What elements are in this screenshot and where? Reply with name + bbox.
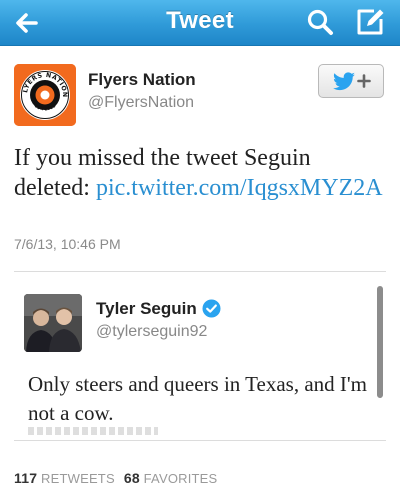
follow-button[interactable] [318,64,384,98]
search-icon[interactable] [305,7,335,37]
tweet-timestamp: 7/6/13, 10:46 PM [14,236,121,252]
tweet-stats: 117 RETWEETS 68 FAVORITES [14,470,217,486]
avatar[interactable]: FLYERS NATION EST. 2011 [14,64,76,126]
retweets-count[interactable]: 117 [14,470,37,486]
favorites-count[interactable]: 68 [124,470,140,486]
embedded-author-name[interactable]: Tyler Seguin [96,299,197,319]
compose-icon[interactable] [353,5,387,39]
embedded-timestamp-faded [28,427,158,435]
twitter-bird-plus-icon [333,72,371,91]
embedded-tweet-card[interactable]: Tyler Seguin @tylerseguin92 Only steers … [14,271,386,441]
nav-bar: Tweet [0,0,400,46]
author-handle[interactable]: @FlyersNation [88,94,194,112]
tweet-text: If you missed the tweet Seguin deleted: … [14,143,384,203]
embedded-tweet-text: Only steers and queers in Texas, and I'm… [28,372,368,425]
retweets-label[interactable]: RETWEETS [41,471,115,486]
author-name[interactable]: Flyers Nation [88,70,196,90]
tweet-link[interactable]: pic.twitter.com/IqgsxMYZ2A [96,175,383,201]
page-title: Tweet [166,7,234,34]
embedded-author-handle[interactable]: @tylerseguin92 [96,323,207,341]
embedded-avatar[interactable] [24,294,82,352]
verified-badge-icon [202,299,221,318]
scrollbar[interactable] [377,286,383,398]
favorites-label[interactable]: FAVORITES [144,471,218,486]
